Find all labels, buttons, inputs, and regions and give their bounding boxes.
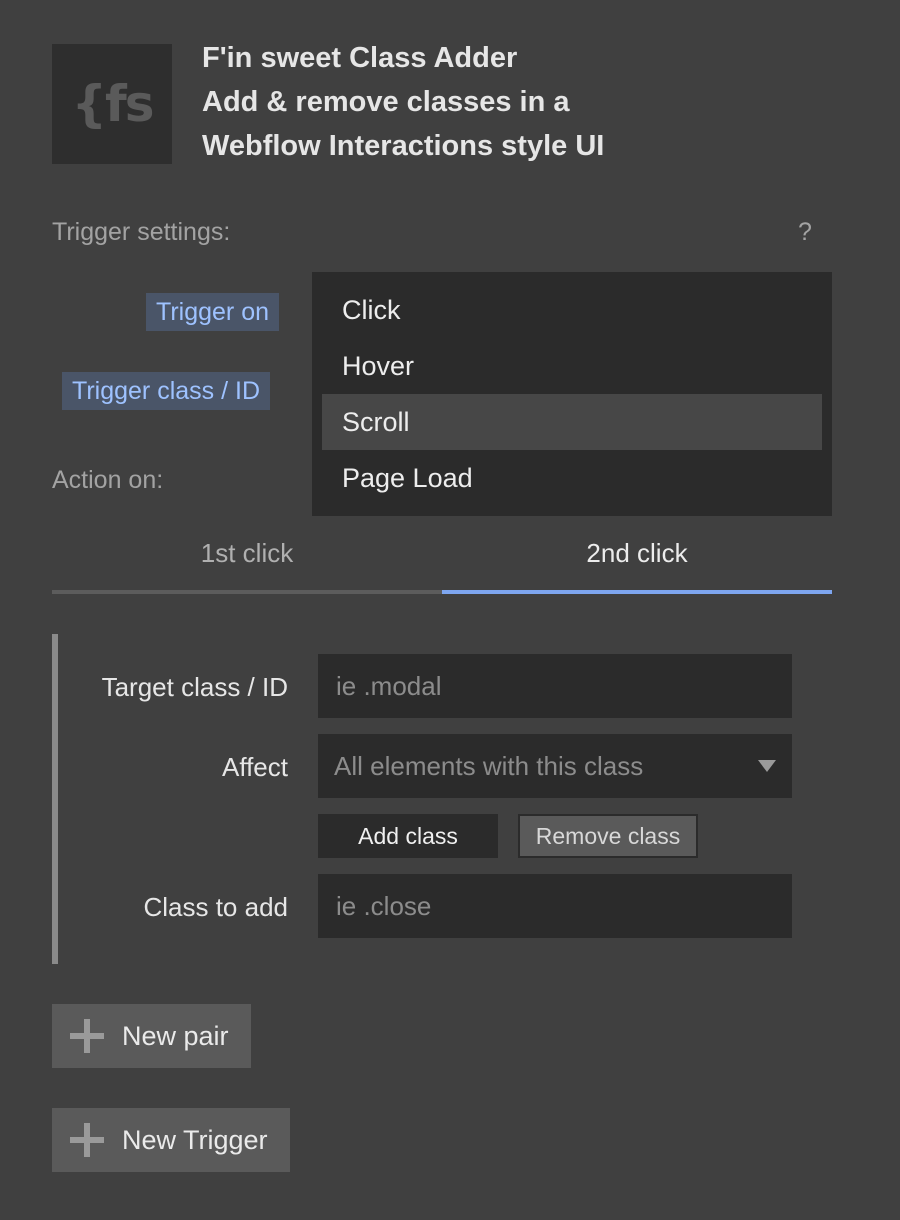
affect-select-value: All elements with this class — [334, 751, 644, 781]
help-icon[interactable]: ? — [798, 218, 812, 247]
app-subtitle-line-1: Add & remove classes in a — [202, 86, 570, 118]
dropdown-option-click[interactable]: Click — [322, 282, 822, 338]
add-class-button[interactable]: Add class — [318, 814, 498, 858]
affect-select[interactable]: All elements with this class — [318, 734, 792, 798]
action-on-label: Action on: — [52, 466, 164, 494]
trigger-settings-label: Trigger settings: — [52, 218, 231, 246]
class-to-add-label: Class to add — [143, 892, 288, 922]
target-class-input[interactable]: ie .modal — [318, 654, 792, 718]
trigger-class-label: Trigger class / ID — [62, 372, 271, 410]
logo-text: {fs — [71, 75, 154, 133]
trigger-on-label: Trigger on — [146, 293, 280, 331]
app-title: F'in sweet Class Adder — [202, 42, 518, 74]
tab-1st-click[interactable]: 1st click — [52, 530, 442, 576]
dropdown-option-scroll[interactable]: Scroll — [322, 394, 822, 450]
new-trigger-button[interactable]: New Trigger — [52, 1108, 290, 1172]
tab-2nd-click[interactable]: 2nd click — [442, 530, 832, 576]
affect-label: Affect — [221, 752, 288, 782]
plus-icon — [70, 1019, 104, 1053]
trigger-on-dropdown[interactable]: Click Hover Scroll Page Load — [312, 272, 832, 516]
plus-icon — [70, 1123, 104, 1157]
app-subtitle-line-2: Webflow Interactions style UI — [202, 130, 605, 162]
new-pair-button[interactable]: New pair — [52, 1004, 251, 1068]
new-pair-label: New pair — [122, 1020, 229, 1051]
chevron-down-icon — [758, 760, 776, 772]
new-trigger-label: New Trigger — [122, 1124, 268, 1155]
dropdown-option-hover[interactable]: Hover — [322, 338, 822, 394]
dropdown-option-page-load[interactable]: Page Load — [322, 450, 822, 506]
target-class-label: Target class / ID — [101, 672, 288, 702]
tab-underline-active — [442, 590, 832, 594]
class-to-add-input[interactable]: ie .close — [318, 874, 792, 938]
remove-class-button[interactable]: Remove class — [518, 814, 698, 858]
app-logo: {fs — [52, 44, 172, 164]
tab-underline-inactive — [52, 590, 442, 594]
